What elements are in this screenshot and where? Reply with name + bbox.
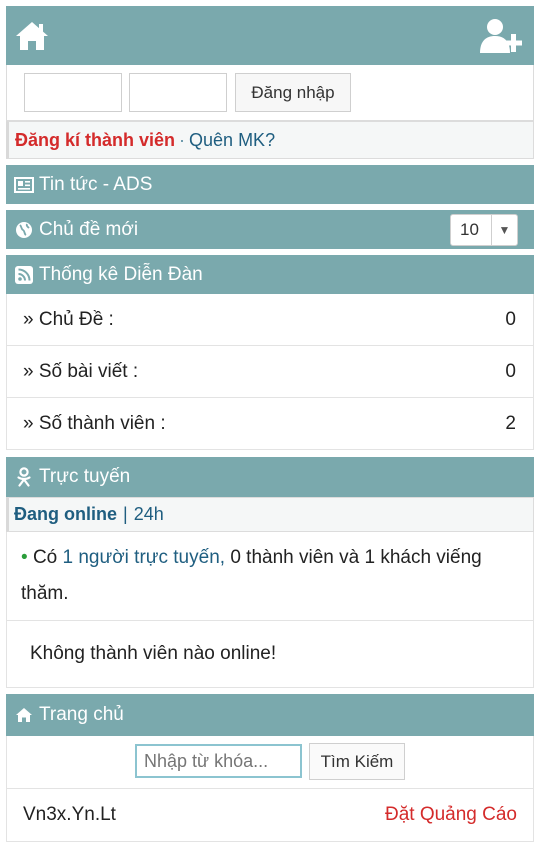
stat-label: » Số thành viên :: [23, 412, 166, 434]
news-section-title: Tin tức - ADS: [39, 173, 153, 195]
top-bar: [6, 6, 534, 65]
add-user-icon[interactable]: [478, 17, 526, 55]
new-topics-section-title: Chủ đề mới: [39, 218, 139, 240]
password-input[interactable]: [129, 73, 227, 112]
username-input[interactable]: [24, 73, 122, 112]
topics-count-value: 10: [460, 220, 479, 239]
stat-row-posts: » Số bài viết : 0: [6, 346, 534, 398]
bullet: •: [21, 547, 28, 568]
login-button[interactable]: Đăng nhập: [235, 73, 351, 112]
stats-section-header[interactable]: Thống kê Diễn Đàn: [6, 255, 534, 294]
tab-separator: |: [123, 504, 128, 524]
site-name: Vn3x.Yn.Lt: [23, 804, 116, 825]
no-members-text: Không thành viên nào online!: [30, 643, 277, 664]
tab-online-now[interactable]: Đang online: [14, 504, 117, 525]
stat-label: » Chủ Đề :: [23, 308, 114, 330]
odnoklassniki-icon: [14, 467, 34, 487]
ads-link[interactable]: Đặt Quảng Cáo: [385, 804, 517, 826]
online-section-header[interactable]: Trực tuyến: [6, 457, 534, 497]
stat-value: 2: [505, 412, 516, 434]
home-section-header[interactable]: Trang chủ: [6, 694, 534, 736]
register-link[interactable]: Đăng kí thành viên: [15, 130, 175, 151]
forgot-password-link[interactable]: Quên MK?: [189, 130, 275, 151]
stat-row-topics: » Chủ Đề : 0: [6, 294, 534, 346]
tab-24h[interactable]: 24h: [134, 504, 164, 525]
login-form: Đăng nhập: [6, 65, 534, 121]
chevron-down-icon: ▼: [491, 215, 517, 245]
topics-count-select[interactable]: 10 ▼: [450, 214, 518, 246]
register-separator: ·: [179, 129, 186, 150]
no-members-online: Không thành viên nào online!: [6, 621, 534, 688]
online-info: • Có 1 người trực tuyến, 0 thành viên và…: [6, 532, 534, 621]
online-section-title: Trực tuyến: [39, 466, 131, 487]
search-input[interactable]: [135, 744, 302, 778]
stat-label: » Số bài viết :: [23, 360, 139, 382]
online-users-link[interactable]: 1 người trực tuyến,: [63, 547, 226, 568]
news-section-header[interactable]: Tin tức - ADS: [6, 165, 534, 204]
home-icon: [14, 705, 34, 725]
footer: Vn3x.Yn.Lt Đặt Quảng Cáo: [6, 789, 534, 842]
globe-icon: [14, 220, 34, 240]
stat-value: 0: [505, 308, 516, 330]
home-icon[interactable]: [14, 18, 50, 54]
online-text-prefix: Có: [32, 547, 58, 568]
search-button[interactable]: Tìm Kiếm: [309, 743, 405, 780]
online-tabs: Đang online | 24h: [6, 497, 534, 532]
search-form: Tìm Kiếm: [6, 736, 534, 789]
new-topics-section-header[interactable]: Chủ đề mới 10 ▼: [6, 210, 534, 249]
stat-value: 0: [505, 360, 516, 382]
stats-section-title: Thống kê Diễn Đàn: [39, 263, 203, 285]
newspaper-icon: [14, 175, 34, 195]
stat-row-members: » Số thành viên : 2: [6, 398, 534, 450]
home-section-title: Trang chủ: [39, 704, 124, 725]
rss-icon: [14, 265, 34, 285]
register-row: Đăng kí thành viên · Quên MK?: [6, 121, 534, 159]
